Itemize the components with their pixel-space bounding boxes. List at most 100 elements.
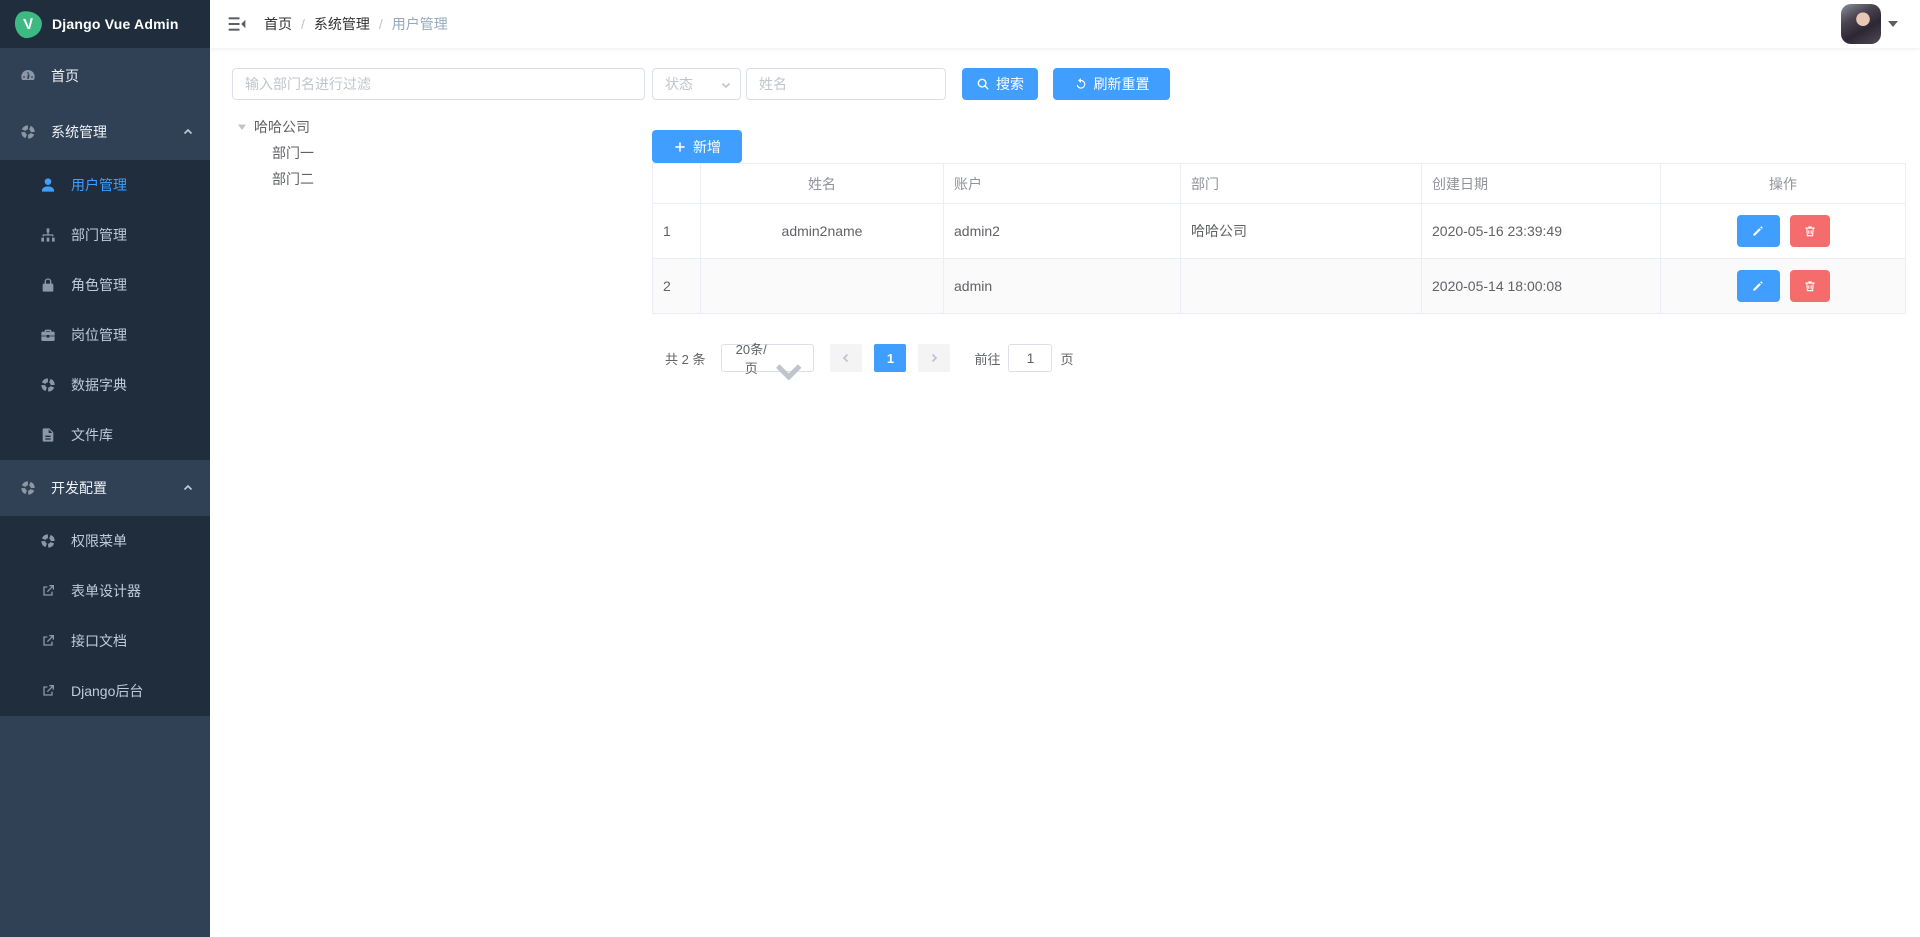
sidebar-group-devconfig[interactable]: 开发配置	[0, 460, 210, 516]
sidebar-group-system[interactable]: 系统管理	[0, 104, 210, 160]
tree-node-label: 哈哈公司	[254, 117, 310, 137]
dept-filter-input[interactable]	[232, 68, 645, 100]
column-header-ops: 操作	[1661, 164, 1906, 204]
add-button-label: 新增	[693, 137, 721, 157]
cell-created: 2020-05-16 23:39:49	[1422, 204, 1661, 259]
tree-node-label: 部门一	[272, 143, 314, 163]
external-link-icon	[40, 683, 56, 699]
goto-label: 前往	[974, 349, 1000, 368]
sidebar-item-form-designer[interactable]: 表单设计器	[0, 566, 210, 616]
next-page-button[interactable]	[918, 344, 950, 372]
chevron-up-icon	[182, 482, 194, 494]
sidebar-item-label: 权限菜单	[71, 531, 127, 551]
sidebar-item-roles[interactable]: 角色管理	[0, 260, 210, 310]
column-header-index	[653, 164, 701, 204]
user-menu[interactable]	[1841, 4, 1898, 44]
component-icon	[20, 480, 36, 496]
logo-icon: V	[14, 9, 43, 38]
delete-button[interactable]	[1790, 215, 1830, 247]
goto-page-input[interactable]	[1008, 344, 1052, 372]
component-icon	[20, 124, 36, 140]
status-select[interactable]: 状态	[652, 68, 741, 100]
sidebar-item-label: 部门管理	[71, 225, 127, 245]
cell-account: admin2	[944, 204, 1181, 259]
chevron-down-icon	[770, 352, 808, 364]
refresh-reset-button[interactable]: 刷新重置	[1053, 68, 1170, 100]
tree-node-child[interactable]: 部门二	[232, 166, 314, 192]
breadcrumb-home[interactable]: 首页	[264, 14, 292, 34]
cell-dept: 哈哈公司	[1181, 204, 1422, 259]
external-link-icon	[40, 583, 56, 599]
caret-down-icon	[1888, 21, 1898, 27]
search-button[interactable]: 搜索	[962, 68, 1038, 100]
org-tree-icon	[40, 227, 56, 243]
arrow-left-icon	[840, 352, 852, 364]
table-header-row: 姓名 账户 部门 创建日期 操作	[653, 164, 1906, 204]
cell-ops	[1661, 259, 1906, 314]
sidebar-item-positions[interactable]: 岗位管理	[0, 310, 210, 360]
caret-down-icon[interactable]	[236, 121, 248, 133]
tree-node-label: 部门二	[272, 169, 314, 189]
sidebar-item-label: 用户管理	[71, 175, 127, 195]
column-header-name: 姓名	[701, 164, 944, 204]
sidebar-item-api-docs[interactable]: 接口文档	[0, 616, 210, 666]
external-link-icon	[40, 633, 56, 649]
page-size-select[interactable]: 20条/页	[721, 344, 814, 372]
refresh-reset-label: 刷新重置	[1094, 74, 1150, 94]
delete-button[interactable]	[1790, 270, 1830, 302]
breadcrumb-current: 用户管理	[392, 14, 448, 34]
tree-node-root[interactable]: 哈哈公司	[232, 114, 314, 140]
hamburger-icon[interactable]	[227, 14, 247, 34]
sidebar-item-permission-menu[interactable]: 权限菜单	[0, 516, 210, 566]
cell-account: admin	[944, 259, 1181, 314]
cell-ops	[1661, 204, 1906, 259]
column-header-created: 创建日期	[1422, 164, 1661, 204]
add-button[interactable]: 新增	[652, 130, 742, 163]
page-number-1[interactable]: 1	[874, 344, 906, 372]
cell-name	[701, 259, 944, 314]
name-filter-input[interactable]	[746, 68, 946, 100]
sidebar-item-label: 文件库	[71, 425, 113, 445]
app-title: Django Vue Admin	[52, 16, 179, 32]
table-row: 1 admin2name admin2 哈哈公司 2020-05-16 23:3…	[653, 204, 1906, 259]
user-icon	[40, 177, 56, 193]
sidebar-item-label: 首页	[51, 66, 79, 86]
lock-icon	[40, 277, 56, 293]
sidebar-item-label: 接口文档	[71, 631, 127, 651]
sidebar-item-home[interactable]: 首页	[0, 48, 210, 104]
dashboard-icon	[20, 68, 36, 84]
pagination-total: 共 2 条	[665, 349, 705, 368]
cell-index: 2	[653, 259, 701, 314]
prev-page-button[interactable]	[830, 344, 862, 372]
refresh-icon	[1074, 77, 1088, 91]
cell-dept	[1181, 259, 1422, 314]
page-size-value: 20条/页	[732, 339, 770, 377]
guide-icon	[40, 377, 56, 393]
sidebar: V Django Vue Admin 首页 系统管理 用户管理 部门管理 角色管…	[0, 0, 210, 937]
edit-button[interactable]	[1737, 270, 1780, 302]
sidebar-item-label: 岗位管理	[71, 325, 127, 345]
breadcrumb-system[interactable]: 系统管理	[314, 14, 370, 34]
sidebar-item-django-admin[interactable]: Django后台	[0, 666, 210, 716]
search-icon	[976, 77, 990, 91]
sidebar-item-label: 角色管理	[71, 275, 127, 295]
chevron-down-icon	[720, 78, 732, 90]
edit-button[interactable]	[1737, 215, 1780, 247]
breadcrumb: 首页 / 系统管理 / 用户管理	[264, 14, 448, 34]
sidebar-item-users[interactable]: 用户管理	[0, 160, 210, 210]
briefcase-icon	[40, 327, 56, 343]
user-table: 姓名 账户 部门 创建日期 操作 1 admin2name admin2 哈哈公…	[652, 163, 1906, 314]
sidebar-item-label: Django后台	[71, 681, 143, 701]
cell-created: 2020-05-14 18:00:08	[1422, 259, 1661, 314]
tree-node-child[interactable]: 部门一	[232, 140, 314, 166]
plus-icon	[673, 140, 687, 154]
sidebar-item-files[interactable]: 文件库	[0, 410, 210, 460]
sidebar-item-label: 数据字典	[71, 375, 127, 395]
column-header-account: 账户	[944, 164, 1181, 204]
user-avatar	[1841, 4, 1881, 44]
status-select-placeholder: 状态	[665, 74, 720, 94]
sidebar-item-departments[interactable]: 部门管理	[0, 210, 210, 260]
sidebar-item-dictionary[interactable]: 数据字典	[0, 360, 210, 410]
breadcrumb-separator: /	[379, 16, 383, 32]
chevron-up-icon	[182, 126, 194, 138]
